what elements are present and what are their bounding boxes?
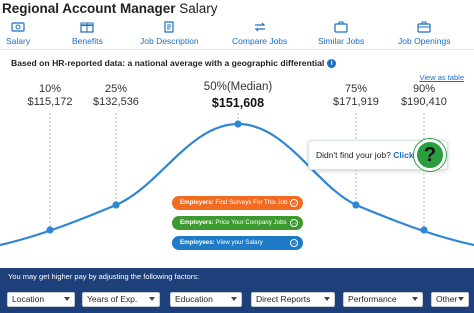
tabs-divider [0, 49, 474, 50]
tab-similar-jobs[interactable]: Similar Jobs [318, 20, 364, 50]
percentile-90-point [420, 226, 428, 234]
percentile-10-point [46, 226, 54, 234]
similar-jobs-icon [333, 20, 349, 34]
page-title-job: Regional Account Manager [2, 1, 176, 16]
tab-salary-label: Salary [6, 36, 31, 46]
location-select[interactable]: Location [7, 292, 75, 307]
tab-similar-jobs-label: Similar Jobs [318, 36, 365, 46]
education-select[interactable]: Education [170, 292, 242, 307]
chevron-down-icon [149, 297, 155, 301]
help-question-icon[interactable]: ? [414, 139, 446, 171]
job-description-icon [161, 20, 177, 34]
tab-compare-jobs-label: Compare Jobs [232, 36, 288, 46]
compare-jobs-icon [252, 20, 268, 34]
info-icon[interactable]: i [327, 59, 337, 69]
arrow-right-icon: → [290, 219, 298, 227]
percentile-median-point [234, 120, 242, 128]
view-salary-text: View your Salary [214, 239, 263, 246]
price-jobs-bold: Employers: [180, 219, 214, 226]
job-openings-icon [416, 20, 432, 34]
find-surveys-text: Find Surveys For This Job [213, 199, 288, 206]
help-question-glyph: ? [423, 144, 437, 166]
location-select-value: Location [12, 294, 45, 304]
education-select-value: Education [175, 294, 213, 304]
page-title: Regional Account Manager Salary [0, 0, 474, 20]
direct-reports-select-value: Direct Reports [256, 294, 311, 304]
find-surveys-button[interactable]: Employers: Find Surveys For This Job → [172, 196, 303, 210]
chevron-down-icon [324, 297, 330, 301]
tab-job-openings[interactable]: Job Openings [398, 20, 450, 50]
find-job-click-link[interactable]: Click [393, 150, 413, 160]
chevron-down-icon [231, 297, 237, 301]
chevron-down-icon [64, 297, 70, 301]
percentile-25-point [112, 201, 120, 209]
performance-select-value: Performance [348, 294, 397, 304]
view-your-salary-button[interactable]: Employees: View your Salary → [172, 236, 303, 250]
price-jobs-text: Price Your Company Jobs [213, 219, 287, 226]
percentile-75-point [352, 201, 360, 209]
arrow-right-icon: → [290, 239, 298, 247]
pay-factors-heading: You may get higher pay by adjusting the … [8, 272, 200, 281]
tab-job-openings-label: Job Openings [398, 36, 451, 46]
view-salary-bold: Employees: [180, 239, 215, 246]
find-job-help-text: Didn't find your job? [316, 150, 394, 160]
section-tabs: Salary Benefits Job Description Compare … [0, 20, 474, 50]
arrow-right-icon: → [290, 199, 298, 207]
tab-compare-jobs[interactable]: Compare Jobs [232, 20, 287, 50]
tab-benefits[interactable]: Benefits [72, 20, 103, 50]
data-source-note: Based on HR-reported data: a national av… [11, 58, 337, 69]
other-select[interactable]: Other [431, 292, 469, 307]
pay-factors-bar: You may get higher pay by adjusting the … [0, 268, 474, 313]
page-title-suffix: Salary [175, 1, 218, 16]
chevron-down-icon [412, 297, 418, 301]
direct-reports-select[interactable]: Direct Reports [251, 292, 335, 307]
data-source-text: Based on HR-reported data: a national av… [11, 58, 325, 68]
find-surveys-bold: Employers: [180, 199, 214, 206]
other-select-value: Other [436, 294, 458, 304]
chevron-down-icon [458, 297, 464, 301]
performance-select[interactable]: Performance [343, 292, 423, 307]
years-of-exp-select[interactable]: Years of Exp. [82, 292, 160, 307]
benefits-icon [79, 20, 95, 34]
tab-benefits-label: Benefits [72, 36, 103, 46]
tab-job-description-label: Job Description [140, 36, 199, 46]
years-of-exp-select-value: Years of Exp. [87, 294, 138, 304]
salary-icon [10, 20, 26, 34]
price-company-jobs-button[interactable]: Employers: Price Your Company Jobs → [172, 216, 303, 230]
tab-salary[interactable]: Salary [6, 20, 30, 50]
tab-job-description[interactable]: Job Description [140, 20, 199, 50]
